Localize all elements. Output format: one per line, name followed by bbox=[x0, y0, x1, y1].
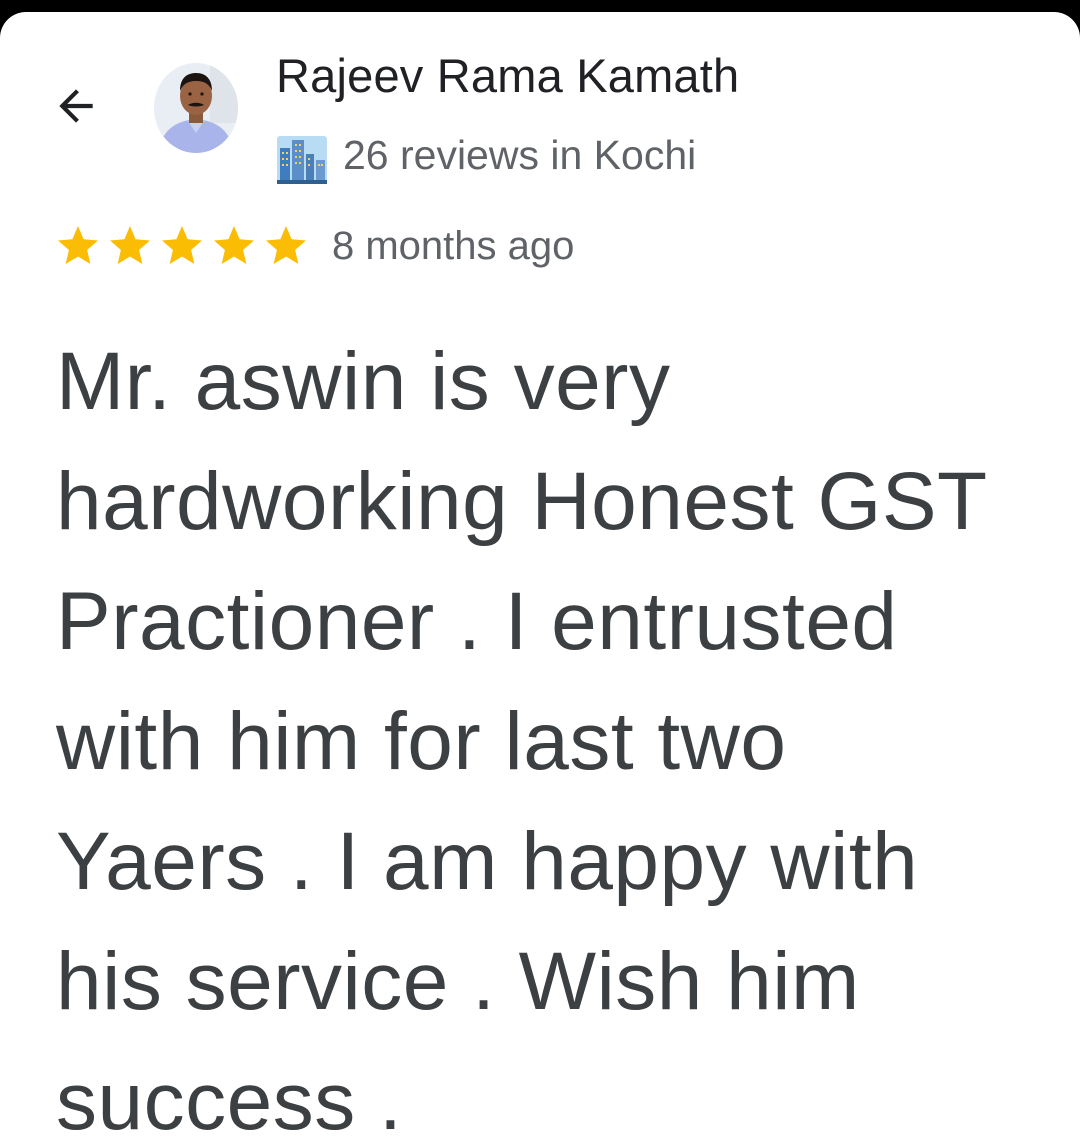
review-time: 8 months ago bbox=[332, 223, 575, 268]
review-text: Mr. aswin is very hardworking Honest GST… bbox=[56, 336, 987, 1147]
rating-row: 8 months ago bbox=[54, 222, 574, 270]
person-avatar-icon bbox=[154, 63, 238, 153]
review-count[interactable]: 26 reviews in Kochi bbox=[343, 132, 696, 179]
reviewer-name[interactable]: Rajeev Rama Kamath bbox=[276, 48, 739, 103]
avatar[interactable] bbox=[154, 63, 238, 153]
back-arrow-icon bbox=[59, 89, 93, 123]
star-rating bbox=[54, 222, 314, 270]
star-icon bbox=[266, 226, 306, 264]
star-icon bbox=[214, 226, 254, 264]
star-icon bbox=[162, 226, 202, 264]
city-buildings-icon bbox=[277, 136, 327, 184]
star-icon bbox=[58, 226, 98, 264]
review-card: Rajeev Rama Kamath 26 reviews in Kochi 8… bbox=[0, 12, 1080, 1148]
star-icon bbox=[110, 226, 150, 264]
back-button[interactable] bbox=[44, 74, 108, 138]
